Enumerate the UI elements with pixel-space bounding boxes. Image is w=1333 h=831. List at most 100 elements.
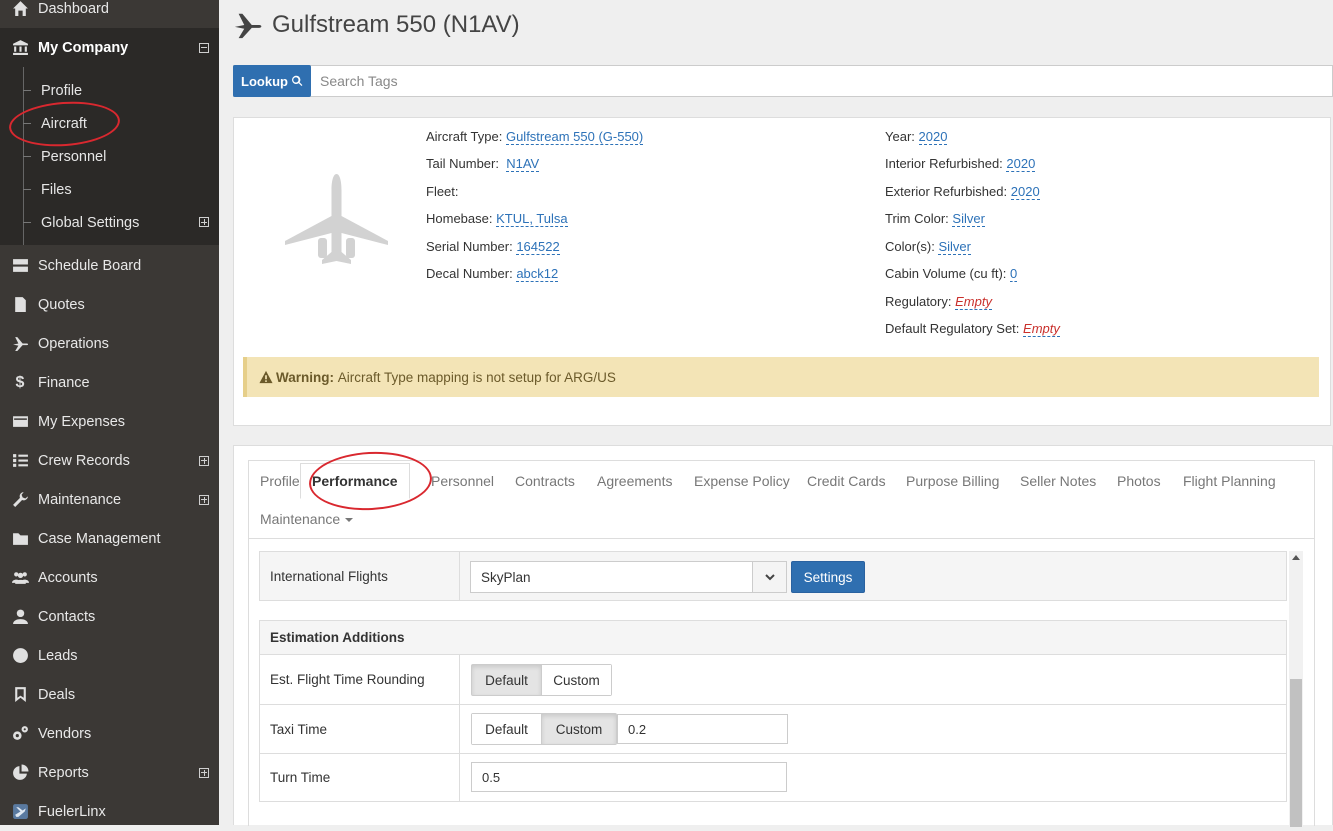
field-exterior-refurbished: Exterior Refurbished: 2020	[885, 184, 1040, 200]
search-icon	[292, 75, 303, 87]
nav-dashboard[interactable]: Dashboard	[0, 0, 219, 28]
nav-leads[interactable]: Leads	[0, 636, 219, 675]
warning-alert: Warning: Aircraft Type mapping is not se…	[243, 357, 1319, 397]
turn-time-input[interactable]: 0.5	[471, 762, 787, 792]
tab-contracts[interactable]: Contracts	[515, 473, 575, 489]
exterior-refurbished-value[interactable]: 2020	[1010, 184, 1040, 200]
nav-deals[interactable]: Deals	[0, 675, 219, 714]
expand-icon[interactable]	[199, 217, 209, 227]
serial-number-value[interactable]: 164522	[516, 239, 560, 255]
dollar-icon: $	[15, 373, 25, 391]
international-flights-select[interactable]: SkyPlan	[470, 561, 787, 593]
tag-search-bar: Lookup	[233, 65, 1333, 97]
nav-case-management[interactable]: Case Management	[0, 519, 219, 558]
search-tags-input[interactable]	[318, 66, 1318, 96]
submenu-profile[interactable]: Profile	[0, 74, 219, 107]
field-homebase: Homebase: KTUL, Tulsa	[426, 211, 568, 227]
colors-value[interactable]: Silver	[938, 239, 971, 255]
users-icon	[10, 569, 30, 586]
form-scrollbar[interactable]	[1289, 551, 1303, 827]
interior-refurbished-value[interactable]: 2020	[1006, 156, 1036, 172]
server-icon	[10, 257, 30, 274]
taxi-default-option[interactable]: Default	[472, 714, 541, 744]
scroll-thumb[interactable]	[1290, 679, 1302, 827]
field-decal-number: Decal Number: abck12	[426, 266, 559, 282]
nav-my-company[interactable]: My Company	[0, 28, 219, 67]
plane-icon	[234, 13, 262, 39]
nav-crew-records[interactable]: Crew Records	[0, 441, 219, 480]
nav-fuelerlinx[interactable]: FuelerLinx	[0, 792, 219, 831]
pie-chart-icon	[10, 764, 30, 781]
row-turn-time: Turn Time 0.5	[259, 754, 1287, 802]
fuelerlinx-icon	[10, 803, 30, 820]
nav-operations[interactable]: Operations	[0, 324, 219, 363]
performance-form: International Flights SkyPlan Settings E…	[259, 551, 1287, 827]
dashboard-icon	[10, 647, 30, 664]
rounding-custom-option[interactable]: Custom	[541, 665, 611, 695]
tab-agreements[interactable]: Agreements	[597, 473, 672, 489]
sidebar: Dashboard My Company Profile Aircraft Pe…	[0, 0, 219, 825]
tab-purpose-billing[interactable]: Purpose Billing	[906, 473, 999, 489]
rounding-default-option[interactable]: Default	[472, 665, 541, 695]
taxi-custom-option[interactable]: Custom	[541, 714, 616, 744]
document-dollar-icon	[10, 296, 30, 313]
caret-down-icon	[345, 518, 354, 523]
nav-maintenance[interactable]: Maintenance	[0, 480, 219, 519]
nav-vendors[interactable]: Vendors	[0, 714, 219, 753]
field-default-regulatory-set: Default Regulatory Set: Empty	[885, 321, 1060, 337]
nav-my-expenses[interactable]: My Expenses	[0, 402, 219, 441]
tab-personnel[interactable]: Personnel	[431, 473, 494, 489]
tab-profile[interactable]: Profile	[260, 473, 300, 489]
default-regulatory-set-value[interactable]: Empty	[1023, 321, 1060, 337]
cabin-volume-value[interactable]: 0	[1010, 266, 1018, 282]
user-icon	[10, 608, 30, 625]
folder-icon	[10, 530, 30, 547]
field-year: Year: 2020	[885, 129, 948, 145]
field-trim-color: Trim Color: Silver	[885, 211, 985, 227]
expand-icon[interactable]	[199, 455, 209, 466]
field-interior-refurbished: Interior Refurbished: 2020	[885, 156, 1036, 172]
my-company-submenu: Profile Aircraft Personnel Files Global …	[0, 67, 219, 245]
nav-finance[interactable]: $ Finance	[0, 363, 219, 402]
collapse-icon[interactable]	[199, 42, 209, 53]
rounding-toggle: Default Custom	[471, 664, 612, 696]
bank-icon	[10, 39, 30, 56]
nav-schedule-board[interactable]: Schedule Board	[0, 246, 219, 285]
nav-accounts[interactable]: Accounts	[0, 558, 219, 597]
wrench-icon	[10, 491, 30, 508]
field-fleet: Fleet:	[426, 184, 459, 199]
submenu-aircraft[interactable]: Aircraft	[0, 107, 219, 140]
lookup-button[interactable]: Lookup	[233, 65, 311, 97]
submenu-files[interactable]: Files	[0, 173, 219, 206]
decal-number-value[interactable]: abck12	[516, 266, 559, 282]
expand-icon[interactable]	[199, 494, 209, 505]
submenu-global-settings[interactable]: Global Settings	[0, 206, 219, 239]
tab-photos[interactable]: Photos	[1117, 473, 1161, 489]
plane-icon	[10, 335, 30, 352]
tab-credit-cards[interactable]: Credit Cards	[807, 473, 886, 489]
tab-performance[interactable]: Performance	[300, 463, 410, 499]
year-value[interactable]: 2020	[918, 129, 948, 145]
expand-icon[interactable]	[199, 767, 209, 778]
settings-button[interactable]: Settings	[791, 561, 865, 593]
tab-flight-planning[interactable]: Flight Planning	[1183, 473, 1276, 489]
page-title: Gulfstream 550 (N1AV)	[233, 8, 520, 42]
nav-reports[interactable]: Reports	[0, 753, 219, 792]
tab-seller-notes[interactable]: Seller Notes	[1020, 473, 1096, 489]
bookmark-icon	[10, 686, 30, 703]
nav-contacts[interactable]: Contacts	[0, 597, 219, 636]
tail-number-value[interactable]: N1AV	[506, 156, 540, 172]
gears-icon	[10, 725, 30, 742]
homebase-value[interactable]: KTUL, Tulsa	[496, 211, 568, 227]
trim-color-value[interactable]: Silver	[952, 211, 985, 227]
tab-expense-policy[interactable]: Expense Policy	[694, 473, 790, 489]
list-icon	[10, 452, 30, 469]
submenu-personnel[interactable]: Personnel	[0, 140, 219, 173]
row-taxi-time: Taxi Time Default Custom 0.2	[259, 705, 1287, 754]
regulatory-value[interactable]: Empty	[955, 294, 992, 310]
tab-maintenance-dropdown[interactable]: Maintenance	[260, 511, 354, 527]
taxi-time-input[interactable]: 0.2	[617, 714, 788, 744]
scroll-up-icon[interactable]	[1292, 555, 1300, 560]
aircraft-type-value[interactable]: Gulfstream 550 (G-550)	[505, 129, 644, 145]
nav-quotes[interactable]: Quotes	[0, 285, 219, 324]
